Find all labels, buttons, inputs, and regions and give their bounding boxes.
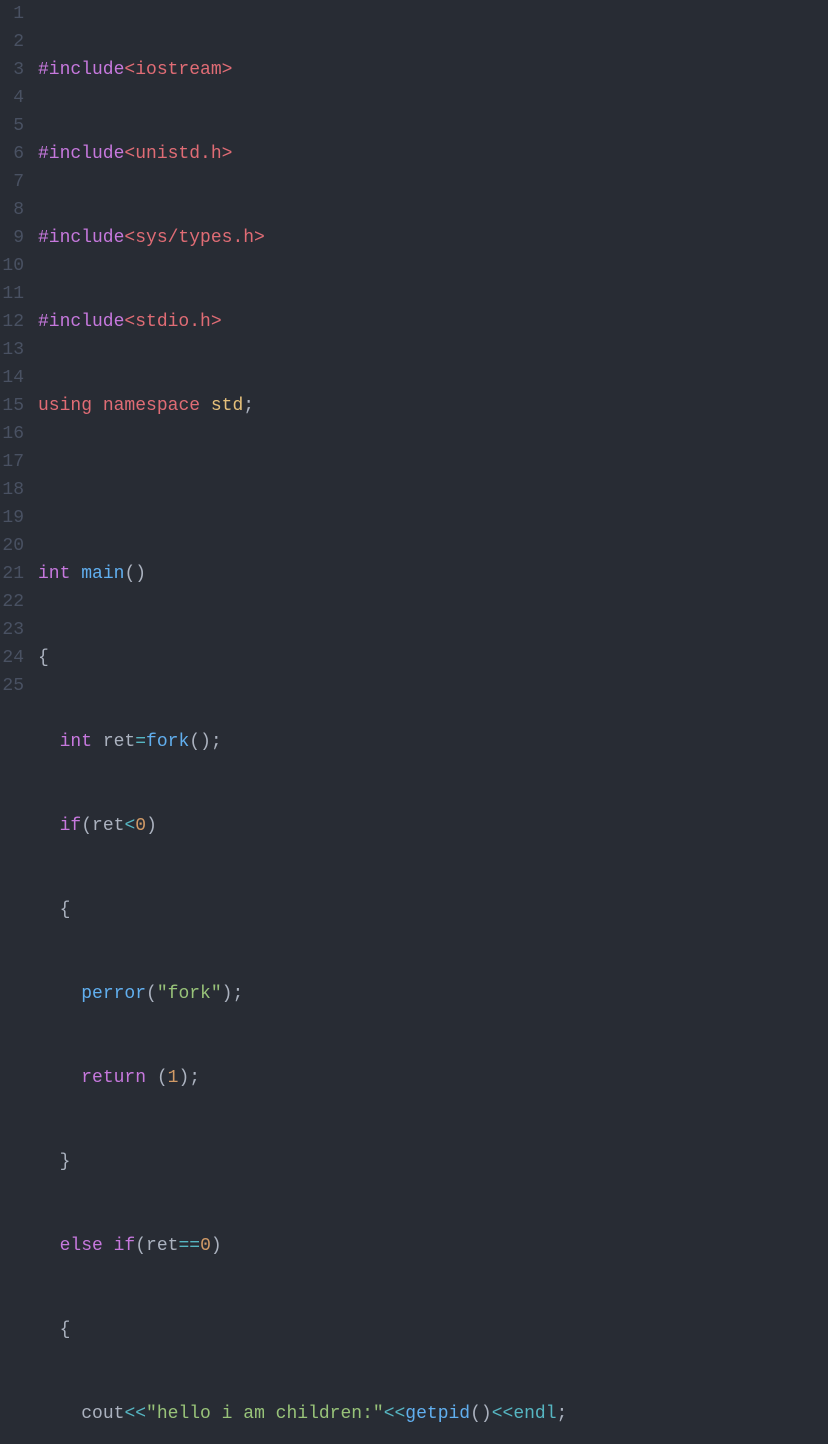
identifier-std: std [211, 396, 243, 416]
preprocessor: #include [38, 144, 124, 164]
code-line[interactable]: using namespace std; [32, 392, 828, 420]
include-path: <iostream> [124, 60, 232, 80]
paren: ); [178, 1068, 200, 1088]
code-line[interactable]: return (1); [32, 1064, 828, 1092]
number: 0 [200, 1236, 211, 1256]
line-number: 14 [0, 364, 24, 392]
preprocessor: #include [38, 312, 124, 332]
line-number: 13 [0, 336, 24, 364]
brace: } [60, 1152, 71, 1172]
keyword-if: if [60, 816, 82, 836]
code-line[interactable] [32, 476, 828, 504]
paren: ) [146, 816, 157, 836]
function-call: fork [146, 732, 189, 752]
operator: << [384, 1404, 406, 1424]
line-number: 25 [0, 672, 24, 700]
line-number: 21 [0, 560, 24, 588]
line-number-gutter: 1 2 3 4 5 6 7 8 9 10 11 12 13 14 15 16 1… [0, 0, 32, 722]
string-literal: "hello i am children:" [146, 1404, 384, 1424]
line-number: 1 [0, 0, 24, 28]
code-editor[interactable]: 1 2 3 4 5 6 7 8 9 10 11 12 13 14 15 16 1… [0, 0, 828, 722]
line-number: 2 [0, 28, 24, 56]
parens: () [470, 1404, 492, 1424]
code-line[interactable]: } [32, 1148, 828, 1176]
keyword-namespace: namespace [103, 396, 200, 416]
line-number: 8 [0, 196, 24, 224]
paren: ( [146, 1068, 168, 1088]
line-number: 7 [0, 168, 24, 196]
line-number: 5 [0, 112, 24, 140]
line-number: 16 [0, 420, 24, 448]
code-line[interactable]: if(ret<0) [32, 812, 828, 840]
keyword-return: return [81, 1068, 146, 1088]
operator: < [124, 816, 135, 836]
code-line[interactable]: { [32, 1316, 828, 1344]
code-line[interactable]: #include<sys/types.h> [32, 224, 828, 252]
paren: ( [81, 816, 92, 836]
operator: = [135, 732, 146, 752]
code-area[interactable]: #include<iostream> #include<unistd.h> #i… [32, 0, 828, 722]
code-line[interactable]: #include<stdio.h> [32, 308, 828, 336]
keyword-using: using [38, 396, 92, 416]
line-number: 10 [0, 252, 24, 280]
operator: << [124, 1404, 146, 1424]
preprocessor: #include [38, 228, 124, 248]
operator: << [492, 1404, 514, 1424]
line-number: 20 [0, 532, 24, 560]
line-number: 22 [0, 588, 24, 616]
type-int: int [38, 564, 70, 584]
code-line[interactable]: cout<<"hello i am children:"<<getpid()<<… [32, 1400, 828, 1428]
code-line[interactable]: { [32, 644, 828, 672]
line-number: 9 [0, 224, 24, 252]
include-path: <unistd.h> [124, 144, 232, 164]
line-number: 17 [0, 448, 24, 476]
code-line[interactable]: #include<iostream> [32, 56, 828, 84]
brace: { [60, 1320, 71, 1340]
line-number: 18 [0, 476, 24, 504]
function-name: main [81, 564, 124, 584]
function-call: getpid [405, 1404, 470, 1424]
code-line[interactable]: { [32, 896, 828, 924]
operator: == [178, 1236, 200, 1256]
brace: { [60, 900, 71, 920]
line-number: 15 [0, 392, 24, 420]
code-line[interactable]: else if(ret==0) [32, 1232, 828, 1260]
identifier: ret [146, 1236, 178, 1256]
parens: (); [189, 732, 221, 752]
line-number: 6 [0, 140, 24, 168]
line-number: 11 [0, 280, 24, 308]
identifier: ret [92, 732, 135, 752]
semicolon: ; [243, 396, 254, 416]
code-line[interactable]: perror("fork"); [32, 980, 828, 1008]
function-call: perror [81, 984, 146, 1004]
line-number: 24 [0, 644, 24, 672]
include-path: <sys/types.h> [124, 228, 264, 248]
paren: ( [146, 984, 157, 1004]
paren: ) [211, 1236, 222, 1256]
line-number: 12 [0, 308, 24, 336]
string-literal: "fork" [157, 984, 222, 1004]
line-number: 4 [0, 84, 24, 112]
endl: endl [513, 1404, 556, 1424]
number: 0 [135, 816, 146, 836]
code-line[interactable]: #include<unistd.h> [32, 140, 828, 168]
preprocessor: #include [38, 60, 124, 80]
paren: ( [135, 1236, 146, 1256]
line-number: 3 [0, 56, 24, 84]
paren: ); [222, 984, 244, 1004]
semicolon: ; [557, 1404, 568, 1424]
brace: { [38, 648, 49, 668]
include-path: <stdio.h> [124, 312, 221, 332]
line-number: 23 [0, 616, 24, 644]
parens: () [124, 564, 146, 584]
keyword-elseif: else if [60, 1236, 136, 1256]
code-line[interactable]: int main() [32, 560, 828, 588]
code-line[interactable]: int ret=fork(); [32, 728, 828, 756]
type-int: int [60, 732, 92, 752]
identifier-cout: cout [81, 1404, 124, 1424]
line-number: 19 [0, 504, 24, 532]
identifier: ret [92, 816, 124, 836]
number: 1 [168, 1068, 179, 1088]
